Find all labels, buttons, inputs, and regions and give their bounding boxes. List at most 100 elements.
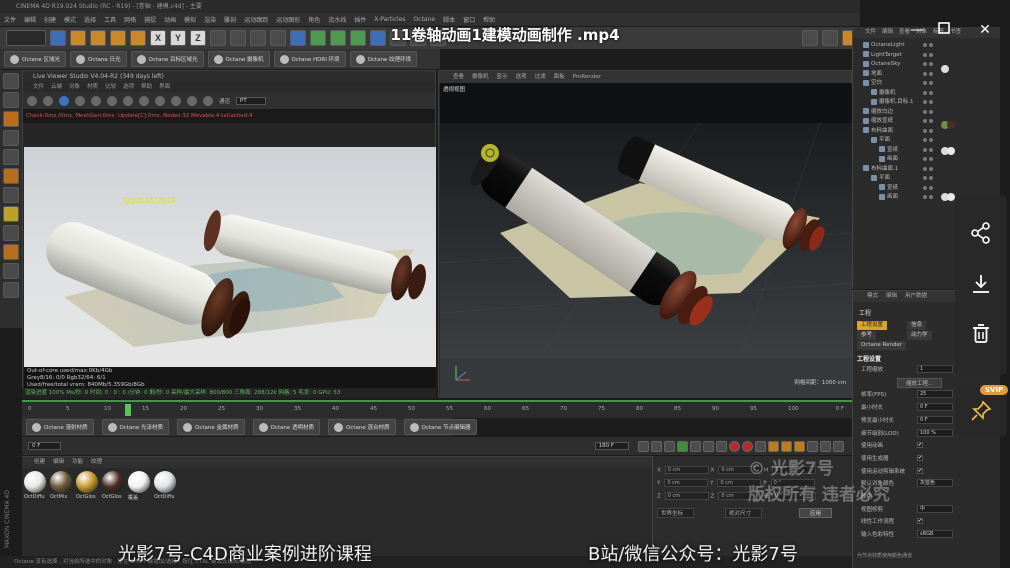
apply-button[interactable]: 应用 [799,508,833,518]
octane-tool-button[interactable]: Octane 目标区域光 [130,51,204,67]
menu-item[interactable]: 流水线 [324,15,350,24]
tab-project-settings[interactable]: 工程设置 [857,321,888,330]
share-icon[interactable] [969,221,993,245]
octane-material-button[interactable]: Octane 混合材质 [328,419,396,435]
visibility-dots[interactable] [923,89,933,97]
render-visibility-dot[interactable] [929,100,933,104]
object-row[interactable]: 画面 [879,193,898,201]
menu-item[interactable]: 运动图形 [272,15,304,24]
download-icon[interactable] [969,272,993,296]
object-row[interactable]: 空白 [863,79,882,87]
octane-material-button[interactable]: Octane 节点编辑器 [403,419,477,435]
end-frame-field[interactable]: 180 F [594,442,629,450]
visibility-dots[interactable] [923,174,933,182]
position-field[interactable]: 0 cm [664,492,709,500]
live-render-image[interactable] [24,147,436,367]
editor-visibility-dot[interactable] [923,157,927,161]
start-frame-field[interactable]: 0 F [28,442,62,450]
menu-item[interactable]: 网格 [120,15,140,24]
viewport-menu-item[interactable]: 显示 [497,71,508,83]
workplane-icon[interactable] [3,244,19,260]
prev-frame-icon[interactable] [664,440,675,452]
pin-icon[interactable] [969,399,993,423]
position-key-icon[interactable] [768,440,779,452]
octane-tool-button[interactable]: Octane 日光 [70,51,127,67]
focus-pick-icon[interactable] [155,95,165,106]
menu-item[interactable]: 角色 [304,15,324,24]
object-row[interactable]: OctaneSky [863,60,901,68]
visibility-dots[interactable] [923,165,933,173]
material-tag-icon[interactable] [941,65,949,73]
live-viewer-menu-item[interactable]: 对象 [69,82,80,92]
menu-item[interactable]: Octane [410,16,440,23]
attribute-menu-item[interactable]: 模式 [867,291,878,302]
object-row[interactable]: LightTarget [863,51,902,59]
material-pick-icon[interactable] [171,95,181,106]
material-menu-item[interactable]: 功能 [72,457,83,468]
render-visibility-dot[interactable] [929,109,933,114]
model-mode-icon[interactable] [3,92,19,108]
attribute-checkbox[interactable]: ✔ [917,467,923,474]
octane-material-button[interactable]: Octane 漫射材质 [26,419,94,435]
attribute-menu-item[interactable]: 用户数据 [905,291,927,302]
menu-item[interactable]: 文件 [0,15,20,24]
octane-material-button[interactable]: Octane 光泽材质 [101,419,169,435]
key-selection-icon[interactable] [755,440,766,452]
viewport-menu-item[interactable]: 查看 [453,71,464,83]
render-visibility-dot[interactable] [929,176,933,180]
render-visibility-dot[interactable] [929,138,933,142]
snap-icon[interactable] [3,225,19,241]
texture-mode-icon[interactable] [3,111,19,127]
editor-visibility-dot[interactable] [923,147,927,152]
object-row[interactable]: 平面 [871,174,890,182]
material-menu-item[interactable]: 创建 [34,457,45,468]
object-row[interactable]: 平面 [871,136,890,144]
material-swatch[interactable]: 覆盖 [128,471,152,501]
pla-key-icon[interactable] [820,440,831,452]
object-row[interactable]: 布料曲面.1 [863,165,898,173]
tab-octane-render[interactable]: Octane Render [857,341,907,350]
material-tag-icon[interactable] [947,193,955,201]
viewport-menu-item[interactable]: ProRender [573,71,601,83]
editor-visibility-dot[interactable] [923,195,927,199]
tweak-mode-icon[interactable] [3,206,19,222]
menu-item[interactable]: 插件 [350,15,370,24]
menu-item[interactable]: 脚本 [439,15,459,24]
refresh-icon[interactable] [43,95,53,106]
param-key-icon[interactable] [807,440,818,452]
object-row[interactable]: 地面 [863,70,882,78]
material-swatch[interactable]: OctDiffu [24,471,48,500]
size-mode-select[interactable]: 绝对尺寸 [725,508,763,518]
viewport-menu-item[interactable]: 面板 [554,71,565,83]
last-frame-icon[interactable] [716,440,727,452]
object-row[interactable]: 宣纸 [879,146,898,154]
visibility-dots[interactable] [923,51,933,59]
viewport-menu-item[interactable]: 摄像机 [472,71,489,83]
material-swatch[interactable]: OctMix [50,471,74,500]
timeline-ruler[interactable]: 0 5 10 15 20 25 30 35 40 45 50 55 60 65 70 75 80 85 90 95 10… [22,400,852,418]
zoom-icon[interactable] [139,95,149,106]
grid-icon[interactable] [3,263,19,279]
record-icon[interactable] [729,440,740,452]
attribute-field[interactable]: 灰蓝色 [917,479,953,488]
attribute-field[interactable]: 中 [917,504,953,513]
editor-visibility-dot[interactable] [923,81,927,85]
live-viewer-menu-item[interactable]: 云端 [51,82,62,92]
live-viewer-menu-item[interactable]: 材质 [87,82,98,92]
visibility-dots[interactable] [923,193,933,201]
next-key-icon[interactable] [703,440,714,452]
octane-tool-button[interactable]: Octane 摄像机 [207,51,270,67]
menu-item[interactable]: 捕捉 [140,15,160,24]
octane-tool-button[interactable]: Octane HDRI 环境 [273,51,346,67]
settings-icon[interactable] [27,95,37,106]
object-row[interactable]: 画面 [879,155,898,163]
render-visibility-dot[interactable] [929,71,933,76]
octane-material-button[interactable]: Octane 透明材质 [252,419,320,435]
attribute-menu-item[interactable]: 编辑 [886,291,897,302]
visibility-dots[interactable] [923,108,933,116]
object-pick-icon[interactable] [187,95,197,106]
editor-visibility-dot[interactable] [923,166,927,171]
pause-icon[interactable] [91,95,101,106]
menu-item[interactable]: 雕刻 [220,15,240,24]
octane-tool-button[interactable]: Octane 区域光 [4,51,66,67]
